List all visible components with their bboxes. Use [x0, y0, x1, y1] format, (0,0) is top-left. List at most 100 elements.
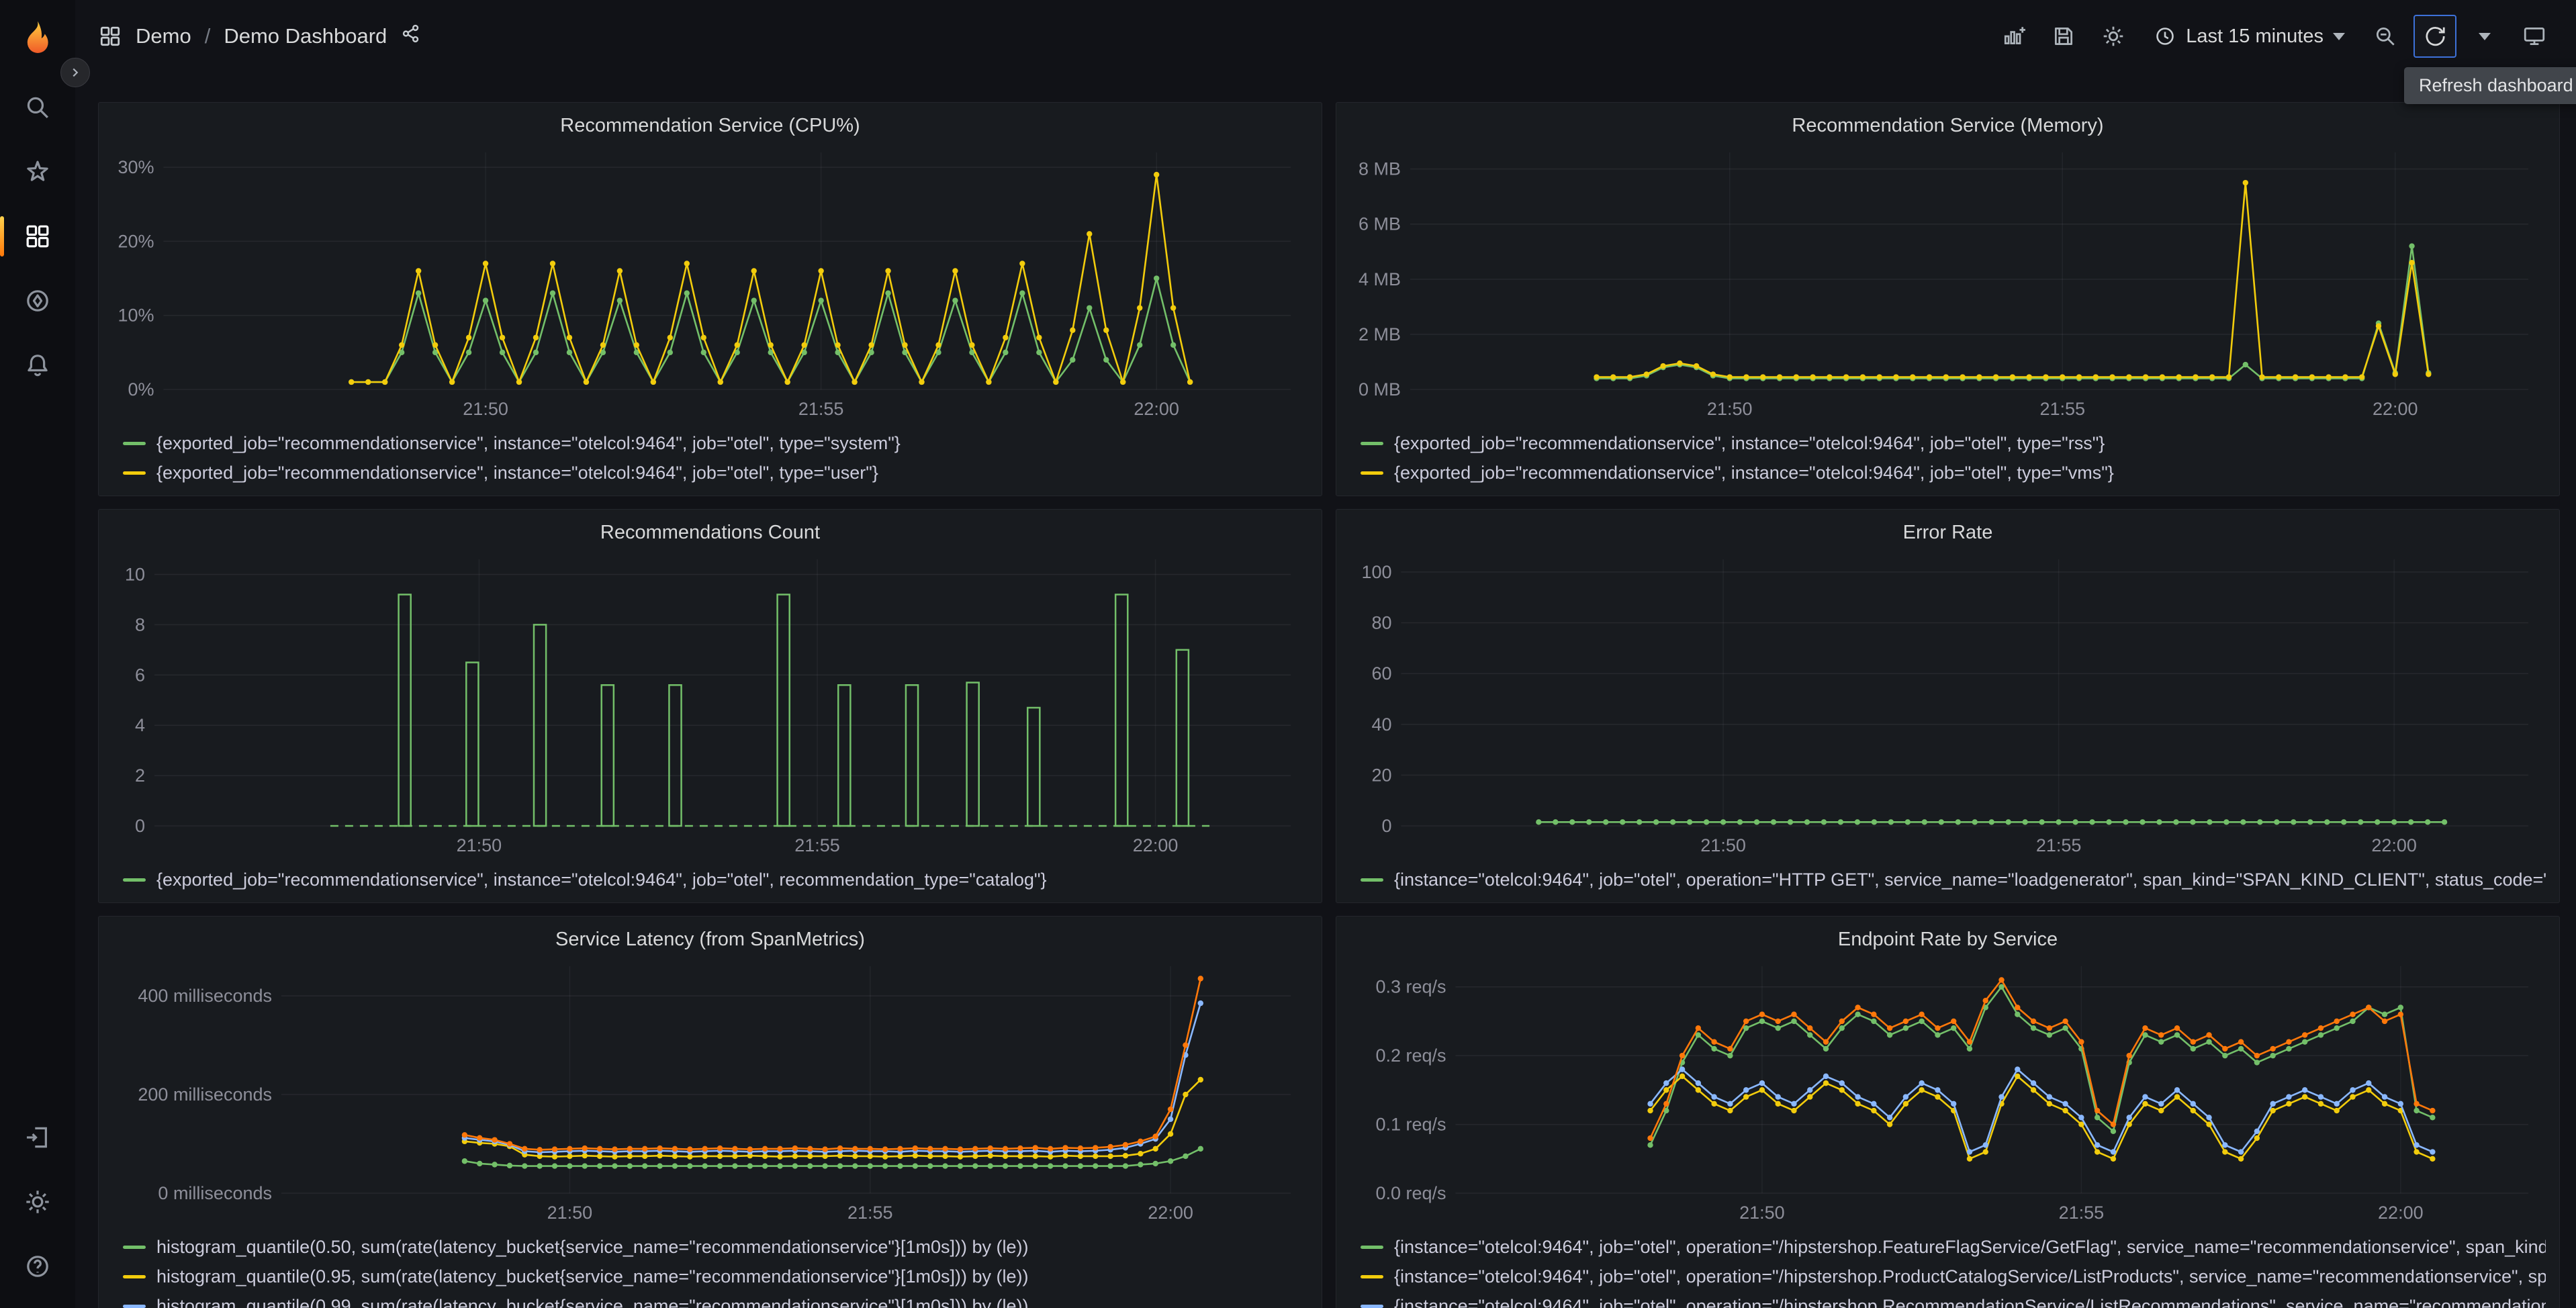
panel-title[interactable]: Error Rate	[1350, 518, 2546, 550]
data-point	[1886, 1032, 1893, 1038]
data-point	[2123, 819, 2129, 825]
panel-title[interactable]: Recommendation Service (CPU%)	[112, 111, 1308, 143]
sidebar-item-starred[interactable]	[0, 140, 75, 204]
data-point	[987, 1152, 993, 1159]
data-point	[822, 1146, 828, 1152]
data-point	[885, 268, 891, 274]
data-point	[627, 1153, 633, 1160]
zoom-out-button[interactable]	[2364, 15, 2407, 58]
sidebar-item-explore[interactable]	[0, 269, 75, 333]
data-point	[2366, 1087, 2372, 1093]
data-point	[927, 1153, 933, 1160]
data-point	[952, 297, 958, 303]
data-point	[818, 297, 824, 303]
x-axis-tick-label: 21:50	[1739, 1203, 1785, 1223]
data-point	[1775, 1018, 1781, 1025]
data-point	[700, 349, 706, 356]
bell-icon	[28, 355, 48, 377]
breadcrumb-current[interactable]: Demo Dashboard	[224, 24, 387, 48]
data-point	[2174, 1094, 2180, 1100]
data-point	[700, 334, 706, 340]
data-point	[2413, 1149, 2420, 1155]
chart-area[interactable]: 0 2 4 6 8 10 21:50 21:55 22:00	[112, 550, 1308, 859]
data-point	[2301, 1039, 2308, 1045]
legend-item[interactable]: histogram_quantile(0.50, sum(rate(latenc…	[123, 1232, 1308, 1262]
data-point	[1660, 363, 1666, 369]
sidebar-item-sign-in[interactable]	[0, 1105, 75, 1170]
legend-item[interactable]: histogram_quantile(0.95, sum(rate(latenc…	[123, 1262, 1308, 1291]
data-point	[1921, 819, 1928, 825]
bar	[668, 684, 682, 827]
share-dashboard-button[interactable]	[400, 23, 422, 50]
y-axis-tick-label: 0	[1381, 816, 1391, 836]
breadcrumb-root[interactable]: Demo	[136, 24, 191, 48]
data-point	[935, 342, 941, 348]
data-point	[747, 1146, 753, 1152]
data-point	[583, 379, 590, 385]
refresh-icon	[2426, 27, 2445, 46]
legend-label: histogram_quantile(0.99, sum(rate(latenc…	[156, 1295, 1029, 1308]
sidebar-item-alerting[interactable]	[0, 333, 75, 398]
chart-area[interactable]: 0 20 40 60 80 100 21:50 21:55 22:00	[1350, 550, 2546, 859]
series-line	[1596, 245, 2430, 379]
legend-item[interactable]: {instance="otelcol:9464", job="otel", op…	[1361, 1262, 2546, 1291]
data-point	[1859, 374, 1866, 380]
data-point	[1620, 819, 1626, 825]
panel-title[interactable]: Endpoint Rate by Service	[1350, 925, 2546, 957]
data-point	[657, 1152, 663, 1159]
x-axis-tick-label: 21:55	[847, 1203, 893, 1223]
series-line	[351, 277, 1191, 383]
x-axis-tick-label: 22:00	[1148, 1203, 1193, 1223]
legend-item[interactable]: {exported_job="recommendationservice", i…	[123, 458, 1308, 487]
data-point	[2046, 1032, 2053, 1038]
legend-item[interactable]: {instance="otelcol:9464", job="otel", op…	[1361, 1232, 2546, 1262]
sidebar-item-help[interactable]	[0, 1234, 75, 1299]
time-range-picker[interactable]: Last 15 minutes	[2142, 15, 2357, 58]
sidebar-item-search[interactable]	[0, 75, 75, 140]
refresh-interval-button[interactable]	[2463, 15, 2506, 58]
data-point	[2030, 1087, 2037, 1093]
legend-item[interactable]: {exported_job="recommendationservice", i…	[1361, 458, 2546, 487]
chart-area[interactable]: 0 milliseconds 200 milliseconds 400 millis…	[112, 957, 1308, 1227]
legend-item[interactable]: {exported_job="recommendationservice", i…	[1361, 428, 2546, 458]
sidebar-item-settings[interactable]	[0, 1170, 75, 1234]
legend-item[interactable]: {exported_job="recommendationservice", i…	[123, 865, 1308, 894]
refresh-dashboard-button[interactable]	[2413, 15, 2456, 58]
data-point	[2223, 819, 2229, 825]
data-point	[1855, 1005, 1861, 1011]
sidebar-expand-button[interactable]	[60, 58, 90, 87]
legend-item[interactable]: histogram_quantile(0.99, sum(rate(latenc…	[123, 1291, 1308, 1308]
legend-item[interactable]: {instance="otelcol:9464", job="otel", op…	[1361, 865, 2546, 894]
panel-title[interactable]: Service Latency (from SpanMetrics)	[112, 925, 1308, 957]
data-point	[2391, 819, 2397, 825]
legend-item[interactable]: {exported_job="recommendationservice", i…	[123, 428, 1308, 458]
data-point	[642, 1146, 648, 1152]
legend-item[interactable]: {instance="otelcol:9464", job="otel", op…	[1361, 1291, 2546, 1308]
legend: histogram_quantile(0.50, sum(rate(latenc…	[112, 1227, 1308, 1308]
cycle-view-mode-button[interactable]	[2513, 15, 2556, 58]
sidebar-item-dashboards[interactable]	[0, 204, 75, 269]
x-axis-tick-label: 21:50	[457, 835, 502, 855]
data-point	[522, 1146, 528, 1152]
add-panel-button[interactable]	[1992, 15, 2035, 58]
refresh-tooltip: Refresh dashboard	[2404, 67, 2576, 104]
panel-title[interactable]: Recommendations Count	[112, 518, 1308, 550]
chart-area[interactable]: 0 MB 2 MB 4 MB 6 MB 8 MB 21:50 21:55 22:00	[1350, 143, 2546, 423]
panel-title[interactable]: Recommendation Service (Memory)	[1350, 111, 2546, 143]
legend: {exported_job="recommendationservice", i…	[112, 423, 1308, 489]
data-point	[1663, 1080, 1669, 1086]
save-dashboard-button[interactable]	[2042, 15, 2085, 58]
data-point	[2030, 1018, 2037, 1025]
data-point	[1791, 1101, 1797, 1107]
data-point	[1093, 1153, 1099, 1160]
top-bar: Demo / Demo Dashboard Last 15 minutes Re…	[75, 0, 2576, 104]
data-point	[1003, 334, 1009, 340]
chart-area[interactable]: 0.0 req/s 0.1 req/s 0.2 req/s 0.3 req/s 21:5…	[1350, 957, 2546, 1227]
data-point	[2392, 371, 2398, 377]
series-line	[464, 978, 1202, 1151]
dashboard-settings-button[interactable]	[2092, 15, 2135, 58]
chart-area[interactable]: 0% 10% 20% 30% 21:50 21:55 22:00	[112, 143, 1308, 423]
data-point	[1935, 1094, 1941, 1100]
apps-icon[interactable]	[98, 24, 122, 48]
data-point	[2030, 1080, 2037, 1086]
